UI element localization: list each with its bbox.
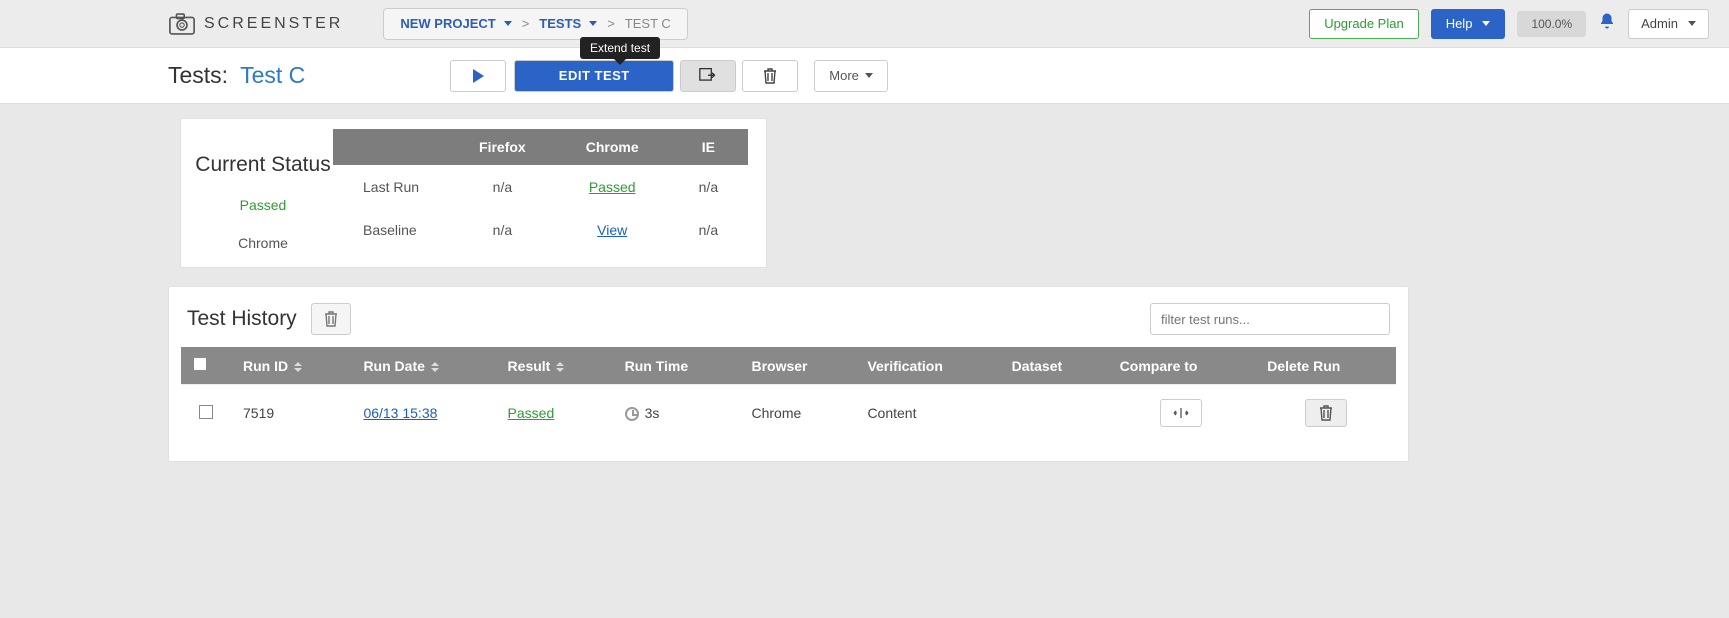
cell-run-time: 3s xyxy=(613,384,740,441)
breadcrumb-current: TEST C xyxy=(619,16,677,31)
edit-test-button[interactable]: EDIT TEST xyxy=(514,60,674,92)
cell-browser: Chrome xyxy=(739,384,855,441)
run-date-link[interactable]: 06/13 15:38 xyxy=(363,405,437,421)
col-dataset: Dataset xyxy=(1000,347,1108,384)
compare-button[interactable] xyxy=(1160,399,1202,427)
sort-icon xyxy=(294,362,302,372)
test-history-card: Test History Run ID Run Date Result Run … xyxy=(168,286,1409,462)
status-table: Firefox Chrome IE Last Run n/a Passed n/… xyxy=(333,129,748,251)
upgrade-plan-button[interactable]: Upgrade Plan xyxy=(1309,9,1419,39)
current-status-result: Passed xyxy=(193,197,333,213)
delete-run-button[interactable] xyxy=(1305,399,1347,427)
play-icon xyxy=(473,69,484,83)
col-run-time: Run Time xyxy=(613,347,740,384)
col-result[interactable]: Result xyxy=(496,347,613,384)
cell-run-id: 7519 xyxy=(231,384,351,441)
extend-test-button[interactable] xyxy=(680,60,736,92)
chevron-down-icon xyxy=(1688,21,1696,26)
chevron-down-icon xyxy=(589,21,597,26)
tooltip: Extend test xyxy=(580,37,660,59)
breadcrumb-sep: > xyxy=(518,16,534,31)
last-run-chrome-link[interactable]: Passed xyxy=(589,179,636,195)
toolbar: Tests: Test C EDIT TEST More Extend test xyxy=(0,48,1729,104)
admin-menu[interactable]: Admin xyxy=(1628,9,1709,39)
camera-icon xyxy=(168,13,196,35)
compare-icon xyxy=(1173,407,1189,419)
last-run-firefox: n/a xyxy=(449,165,556,208)
col-compare: Compare to xyxy=(1108,347,1256,384)
bell-icon[interactable] xyxy=(1598,12,1616,35)
col-firefox: Firefox xyxy=(449,129,556,165)
table-row: 7519 06/13 15:38 Passed 3s Chrome Conten… xyxy=(181,384,1396,441)
baseline-firefox: n/a xyxy=(449,208,556,251)
breadcrumb-tests[interactable]: TESTS xyxy=(533,16,603,31)
trash-icon xyxy=(1319,405,1333,421)
delete-test-button[interactable] xyxy=(742,60,798,92)
breadcrumb-project[interactable]: NEW PROJECT xyxy=(394,16,517,31)
col-delete: Delete Run xyxy=(1255,347,1396,384)
clock-icon xyxy=(625,407,639,421)
topbar: SCREENSTER NEW PROJECT > TESTS > TEST C … xyxy=(0,0,1729,48)
content: Current Status Passed Chrome Firefox Chr… xyxy=(0,104,1729,462)
col-chrome: Chrome xyxy=(556,129,669,165)
current-status-card: Current Status Passed Chrome Firefox Chr… xyxy=(180,118,767,268)
current-status-title: Current Status xyxy=(193,153,333,177)
page-title-prefix: Tests: xyxy=(168,62,228,89)
current-status-browser: Chrome xyxy=(193,235,333,251)
col-verification: Verification xyxy=(855,347,999,384)
breadcrumb: NEW PROJECT > TESTS > TEST C xyxy=(383,8,687,40)
col-ie: IE xyxy=(669,129,748,165)
breadcrumb-sep: > xyxy=(603,16,619,31)
help-button[interactable]: Help xyxy=(1431,9,1506,39)
cell-verification: Content xyxy=(855,384,999,441)
col-run-date[interactable]: Run Date xyxy=(351,347,495,384)
topbar-right: Upgrade Plan Help 100.0% Admin xyxy=(1309,9,1709,39)
percentage-badge: 100.0% xyxy=(1517,11,1586,37)
chevron-down-icon xyxy=(865,73,873,78)
more-menu[interactable]: More xyxy=(814,60,888,92)
baseline-ie: n/a xyxy=(669,208,748,251)
test-history-title: Test History xyxy=(187,307,297,331)
extend-icon xyxy=(698,67,718,85)
delete-history-button[interactable] xyxy=(311,303,351,335)
brand-text: SCREENSTER xyxy=(204,15,343,33)
result-link[interactable]: Passed xyxy=(508,405,555,421)
baseline-chrome-link[interactable]: View xyxy=(597,222,627,238)
last-run-ie: n/a xyxy=(669,165,748,208)
trash-icon xyxy=(324,311,338,327)
filter-input[interactable] xyxy=(1150,303,1390,335)
cell-dataset xyxy=(1000,384,1108,441)
brand-logo[interactable]: SCREENSTER xyxy=(168,13,343,35)
history-table: Run ID Run Date Result Run Time Browser … xyxy=(181,347,1396,441)
sort-icon xyxy=(556,362,564,372)
row-last-run-label: Last Run xyxy=(333,165,449,208)
trash-icon xyxy=(763,68,777,84)
chevron-down-icon xyxy=(1482,21,1490,26)
chevron-down-icon xyxy=(504,21,512,26)
sort-icon xyxy=(431,362,439,372)
col-browser: Browser xyxy=(739,347,855,384)
row-checkbox[interactable] xyxy=(199,405,213,419)
play-button[interactable] xyxy=(450,60,506,92)
page-title-testname: Test C xyxy=(240,62,305,89)
row-baseline-label: Baseline xyxy=(333,208,449,251)
col-run-id[interactable]: Run ID xyxy=(231,347,351,384)
select-all-checkbox[interactable] xyxy=(193,357,207,371)
